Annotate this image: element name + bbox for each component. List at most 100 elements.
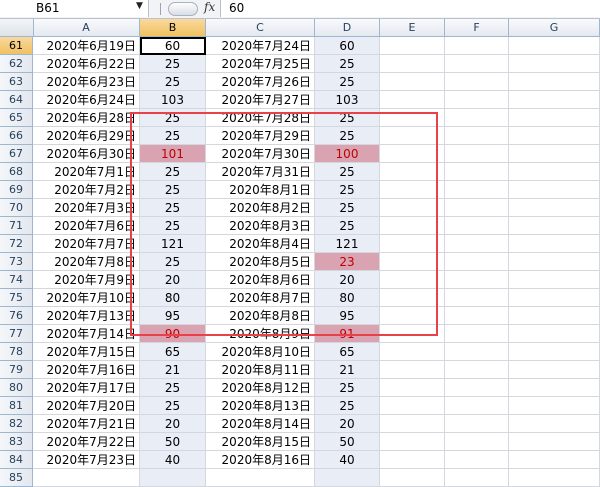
cell-g[interactable]	[509, 217, 600, 235]
cell-d[interactable]: 91	[315, 325, 380, 343]
cell-e[interactable]	[380, 361, 445, 379]
column-header-c[interactable]: C	[206, 19, 315, 36]
cell-f[interactable]	[445, 451, 509, 469]
cell-a[interactable]: 2020年6月22日	[33, 55, 140, 73]
cell-e[interactable]	[380, 253, 445, 271]
cell-e[interactable]	[380, 37, 445, 55]
cell-f[interactable]	[445, 289, 509, 307]
cell-a[interactable]	[33, 469, 140, 487]
cell-g[interactable]	[509, 343, 600, 361]
cell-g[interactable]	[509, 433, 600, 451]
cell-a[interactable]: 2020年7月13日	[33, 307, 140, 325]
cell-b[interactable]	[140, 469, 206, 487]
column-header-b[interactable]: B	[140, 19, 206, 36]
cell-g[interactable]	[509, 379, 600, 397]
cell-g[interactable]	[509, 307, 600, 325]
cell-f[interactable]	[445, 163, 509, 181]
cell-d[interactable]: 20	[315, 415, 380, 433]
cell-g[interactable]	[509, 451, 600, 469]
cell-a[interactable]: 2020年7月9日	[33, 271, 140, 289]
cell-d[interactable]: 95	[315, 307, 380, 325]
row-header[interactable]: 69	[0, 181, 33, 199]
cell-c[interactable]: 2020年8月1日	[206, 181, 315, 199]
cell-c[interactable]: 2020年8月7日	[206, 289, 315, 307]
cell-c[interactable]: 2020年7月25日	[206, 55, 315, 73]
cell-f[interactable]	[445, 469, 509, 487]
cell-b[interactable]: 25	[140, 73, 206, 91]
cell-e[interactable]	[380, 469, 445, 487]
cell-d[interactable]: 25	[315, 55, 380, 73]
cell-e[interactable]	[380, 91, 445, 109]
cell-f[interactable]	[445, 253, 509, 271]
cell-e[interactable]	[380, 217, 445, 235]
cell-d[interactable]: 25	[315, 181, 380, 199]
cell-c[interactable]: 2020年7月31日	[206, 163, 315, 181]
cell-f[interactable]	[445, 271, 509, 289]
cell-a[interactable]: 2020年6月24日	[33, 91, 140, 109]
cell-a[interactable]: 2020年6月28日	[33, 109, 140, 127]
cell-d[interactable]: 25	[315, 217, 380, 235]
cell-c[interactable]: 2020年7月28日	[206, 109, 315, 127]
cell-c[interactable]: 2020年8月3日	[206, 217, 315, 235]
cell-d[interactable]: 80	[315, 289, 380, 307]
cell-b[interactable]: 25	[140, 181, 206, 199]
cell-g[interactable]	[509, 55, 600, 73]
cell-e[interactable]	[380, 433, 445, 451]
cell-g[interactable]	[509, 109, 600, 127]
cell-b[interactable]: 80	[140, 289, 206, 307]
cell-d[interactable]: 21	[315, 361, 380, 379]
row-header[interactable]: 76	[0, 307, 33, 325]
cell-f[interactable]	[445, 55, 509, 73]
expand-handle-icon[interactable]	[168, 2, 198, 16]
cell-c[interactable]: 2020年8月13日	[206, 397, 315, 415]
cell-c[interactable]: 2020年8月14日	[206, 415, 315, 433]
cell-g[interactable]	[509, 127, 600, 145]
cell-b[interactable]: 60	[140, 37, 206, 55]
cell-g[interactable]	[509, 361, 600, 379]
cell-d[interactable]: 25	[315, 73, 380, 91]
cell-c[interactable]: 2020年8月6日	[206, 271, 315, 289]
cell-a[interactable]: 2020年7月8日	[33, 253, 140, 271]
cell-e[interactable]	[380, 415, 445, 433]
cell-d[interactable]: 40	[315, 451, 380, 469]
cell-a[interactable]: 2020年7月1日	[33, 163, 140, 181]
cell-b[interactable]: 103	[140, 91, 206, 109]
row-header[interactable]: 64	[0, 91, 33, 109]
row-header[interactable]: 71	[0, 217, 33, 235]
cell-a[interactable]: 2020年7月23日	[33, 451, 140, 469]
cell-g[interactable]	[509, 73, 600, 91]
cell-c[interactable]: 2020年7月29日	[206, 127, 315, 145]
row-header[interactable]: 66	[0, 127, 33, 145]
cell-c[interactable]	[206, 469, 315, 487]
row-header[interactable]: 65	[0, 109, 33, 127]
row-header[interactable]: 74	[0, 271, 33, 289]
select-all-corner[interactable]	[0, 19, 34, 36]
cell-a[interactable]: 2020年7月22日	[33, 433, 140, 451]
column-header-f[interactable]: F	[445, 19, 509, 36]
cell-d[interactable]: 25	[315, 379, 380, 397]
cell-f[interactable]	[445, 397, 509, 415]
cell-g[interactable]	[509, 199, 600, 217]
cell-a[interactable]: 2020年6月29日	[33, 127, 140, 145]
cell-a[interactable]: 2020年7月17日	[33, 379, 140, 397]
cell-d[interactable]: 100	[315, 145, 380, 163]
cell-c[interactable]: 2020年8月2日	[206, 199, 315, 217]
cell-a[interactable]: 2020年7月21日	[33, 415, 140, 433]
row-header[interactable]: 63	[0, 73, 33, 91]
cell-d[interactable]: 60	[315, 37, 380, 55]
row-header[interactable]: 75	[0, 289, 33, 307]
cell-a[interactable]: 2020年6月30日	[33, 145, 140, 163]
cell-f[interactable]	[445, 379, 509, 397]
cell-c[interactable]: 2020年8月5日	[206, 253, 315, 271]
cell-a[interactable]: 2020年7月14日	[33, 325, 140, 343]
cell-f[interactable]	[445, 73, 509, 91]
cell-g[interactable]	[509, 415, 600, 433]
cell-d[interactable]: 23	[315, 253, 380, 271]
cell-e[interactable]	[380, 55, 445, 73]
cell-b[interactable]: 50	[140, 433, 206, 451]
cell-a[interactable]: 2020年7月16日	[33, 361, 140, 379]
cell-f[interactable]	[445, 37, 509, 55]
cell-b[interactable]: 40	[140, 451, 206, 469]
cell-g[interactable]	[509, 235, 600, 253]
cell-a[interactable]: 2020年7月2日	[33, 181, 140, 199]
